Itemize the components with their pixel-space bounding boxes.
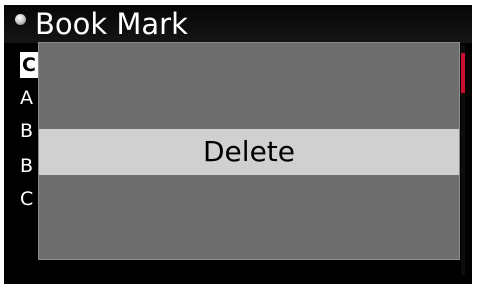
bookmark-item[interactable]: B [20,118,33,144]
scroll-thumb[interactable] [461,53,465,93]
scrollbar[interactable] [461,45,465,275]
bookmark-item[interactable]: A [20,85,33,111]
bookmark-item[interactable]: B [20,153,33,179]
disc-icon [15,14,26,25]
delete-option[interactable]: Delete [39,129,459,175]
bookmark-item[interactable]: C [20,186,33,212]
options-popup: Delete [38,42,460,260]
bookmark-item[interactable]: C [20,52,38,78]
page-title: Book Mark [35,7,188,41]
title-bar: Book Mark [4,5,472,43]
device-screen: Book Mark C A B B C Delete [4,5,472,284]
